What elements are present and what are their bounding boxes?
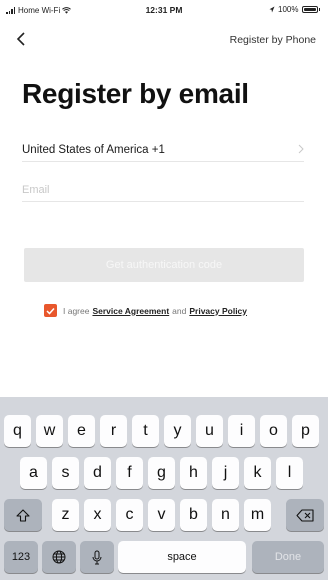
register-by-phone-link[interactable]: Register by Phone — [230, 34, 316, 46]
key-o[interactable]: o — [260, 415, 287, 447]
nav-bar: Register by Phone — [0, 22, 328, 58]
chevron-left-icon — [16, 32, 25, 46]
globe-icon — [52, 550, 66, 564]
key-b[interactable]: b — [180, 499, 207, 531]
shift-key[interactable] — [4, 499, 42, 531]
battery-percent: 100% — [278, 5, 299, 14]
shift-icon — [16, 508, 30, 522]
key-x[interactable]: x — [84, 499, 111, 531]
done-key[interactable]: Done — [252, 541, 324, 573]
numbers-key[interactable]: 123 — [4, 541, 38, 573]
microphone-icon — [92, 550, 102, 564]
get-authentication-code-button[interactable]: Get authentication code — [24, 248, 304, 282]
dictation-key[interactable] — [80, 541, 114, 573]
key-z[interactable]: z — [52, 499, 79, 531]
agree-conjunction: and — [172, 305, 187, 316]
key-c[interactable]: c — [116, 499, 143, 531]
key-t[interactable]: t — [132, 415, 159, 447]
key-a[interactable]: a — [20, 457, 47, 489]
key-p[interactable]: p — [292, 415, 319, 447]
agree-prefix: I agree — [63, 305, 90, 316]
key-l[interactable]: l — [276, 457, 303, 489]
key-i[interactable]: i — [228, 415, 255, 447]
delete-key[interactable] — [286, 499, 324, 531]
agreement-row: I agree Service Agreement and Privacy Po… — [44, 304, 247, 317]
battery-tip — [318, 8, 320, 11]
page-title: Register by email — [22, 78, 249, 109]
key-s[interactable]: s — [52, 457, 79, 489]
service-agreement-link[interactable]: Service Agreement — [92, 306, 169, 316]
status-bar: Home Wi-Fi 12:31 PM 100% — [0, 0, 328, 20]
agree-checkbox[interactable] — [44, 304, 57, 317]
key-d[interactable]: d — [84, 457, 111, 489]
key-m[interactable]: m — [244, 499, 271, 531]
checkmark-icon — [46, 307, 55, 315]
chevron-right-icon — [298, 141, 304, 159]
key-e[interactable]: e — [68, 415, 95, 447]
location-icon — [269, 6, 275, 13]
privacy-policy-link[interactable]: Privacy Policy — [189, 306, 247, 316]
backspace-icon — [296, 508, 314, 522]
space-key[interactable]: space — [118, 541, 246, 573]
country-selector[interactable]: United States of America +1 — [22, 138, 304, 162]
key-g[interactable]: g — [148, 457, 175, 489]
globe-key[interactable] — [42, 541, 76, 573]
key-n[interactable]: n — [212, 499, 239, 531]
key-y[interactable]: y — [164, 415, 191, 447]
battery-icon — [301, 6, 318, 13]
country-label: United States of America +1 — [22, 143, 165, 156]
key-q[interactable]: q — [4, 415, 31, 447]
key-j[interactable]: j — [212, 457, 239, 489]
status-right: 100% — [269, 5, 320, 14]
key-v[interactable]: v — [148, 499, 175, 531]
key-h[interactable]: h — [180, 457, 207, 489]
key-f[interactable]: f — [116, 457, 143, 489]
agreement-text: I agree Service Agreement and Privacy Po… — [63, 306, 247, 316]
keyboard: q w e r t y u i o p a s d f g h j k l z … — [0, 397, 328, 580]
key-k[interactable]: k — [244, 457, 271, 489]
key-u[interactable]: u — [196, 415, 223, 447]
back-button[interactable] — [10, 28, 32, 50]
email-field[interactable] — [22, 180, 304, 200]
email-row — [22, 180, 304, 202]
key-r[interactable]: r — [100, 415, 127, 447]
key-w[interactable]: w — [36, 415, 63, 447]
